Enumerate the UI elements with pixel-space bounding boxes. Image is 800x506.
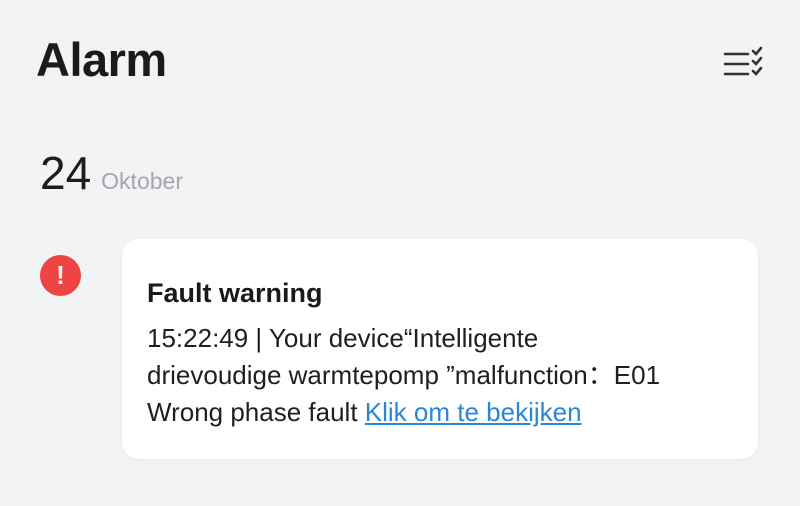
alarm-message: 15:22:49 | Your device“Intelligente drie… [147, 320, 747, 431]
exclamation-icon: ! [40, 255, 81, 296]
alarm-message-text: Wrong phase fault [147, 397, 358, 427]
alarm-message-line: drievoudige warmtepomp ”malfunction：E01 [147, 360, 661, 390]
view-details-link[interactable]: Klik om te bekijken [365, 397, 582, 427]
checklist-icon [723, 46, 763, 76]
alarm-title: Fault warning [147, 278, 323, 308]
date-day: 24 [40, 147, 92, 199]
date-month: Oktober [101, 168, 183, 194]
checklist-menu-button[interactable] [722, 44, 766, 88]
alarm-card[interactable]: Fault warning 15:22:49 | Your device“Int… [122, 239, 758, 459]
alarm-message-line: Wrong phase fault Klik om te bekijken [147, 394, 747, 431]
alarm-message-line: 15:22:49 | Your device“Intelligente [147, 323, 539, 353]
page-title: Alarm [36, 33, 167, 86]
date-header: 24 Oktober [40, 150, 183, 196]
